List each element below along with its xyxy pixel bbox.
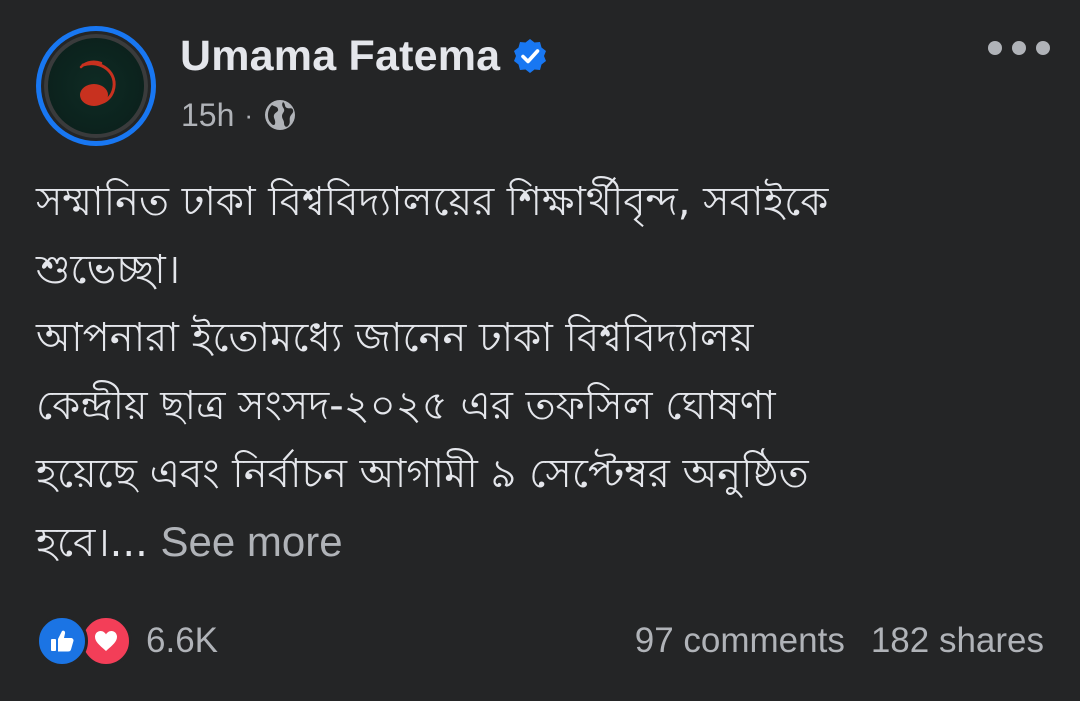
author-name[interactable]: Umama Fatema — [180, 32, 500, 81]
post-body: সম্মানিত ঢাকা বিশ্ববিদ্যালয়ের শিক্ষার্থ… — [36, 168, 1046, 577]
see-more-link[interactable]: See more — [161, 518, 343, 565]
post-footer: 6.6K 97 comments 182 shares — [36, 612, 1044, 670]
dot-icon — [1012, 41, 1026, 55]
red-swirl-icon — [79, 60, 116, 106]
post-last-line: হবে।... See more — [36, 508, 1046, 577]
post-meta: 15h · — [181, 94, 297, 136]
shares-count-link[interactable]: 182 shares — [871, 621, 1044, 661]
reaction-icons — [36, 615, 134, 667]
profile-avatar[interactable] — [36, 26, 156, 146]
post-line: সম্মানিত ঢাকা বিশ্ববিদ্যালয়ের শিক্ষার্থ… — [36, 179, 829, 225]
post-line: শুভেচ্ছা। — [36, 247, 181, 293]
post-line: আপনারা ইতোমধ্যে জানেন ঢাকা বিশ্ববিদ্যালয… — [36, 315, 754, 361]
engagement-stats: 97 comments 182 shares — [635, 621, 1044, 661]
post-line: কেন্দ্রীয় ছাত্র সংসদ-২০২৫ এর তফসিল ঘোষণ… — [36, 383, 776, 429]
verified-badge-icon — [514, 39, 547, 73]
facebook-post: Umama Fatema 15h · সম্মানিত ঢাকা বিশ্ববি… — [0, 0, 1080, 701]
reactions-summary[interactable]: 6.6K — [36, 615, 218, 667]
globe-icon[interactable] — [263, 98, 297, 132]
dot-icon — [1036, 41, 1050, 55]
reaction-count: 6.6K — [146, 621, 218, 660]
post-line: হয়েছে এবং নির্বাচন আগামী ৯ সেপ্টেম্বর অ… — [36, 451, 809, 497]
post-line: হবে।... — [36, 520, 148, 566]
author-row: Umama Fatema — [180, 30, 548, 82]
avatar-image — [44, 34, 148, 138]
thumbs-up-icon — [51, 630, 74, 652]
avatar-gap — [41, 31, 151, 141]
dot-icon — [988, 41, 1002, 55]
heart-icon — [95, 631, 117, 651]
comments-count-link[interactable]: 97 comments — [635, 621, 845, 661]
meta-separator: · — [244, 99, 254, 130]
more-options-button[interactable] — [988, 30, 1050, 66]
post-time[interactable]: 15h — [181, 97, 234, 134]
like-icon — [36, 615, 88, 667]
